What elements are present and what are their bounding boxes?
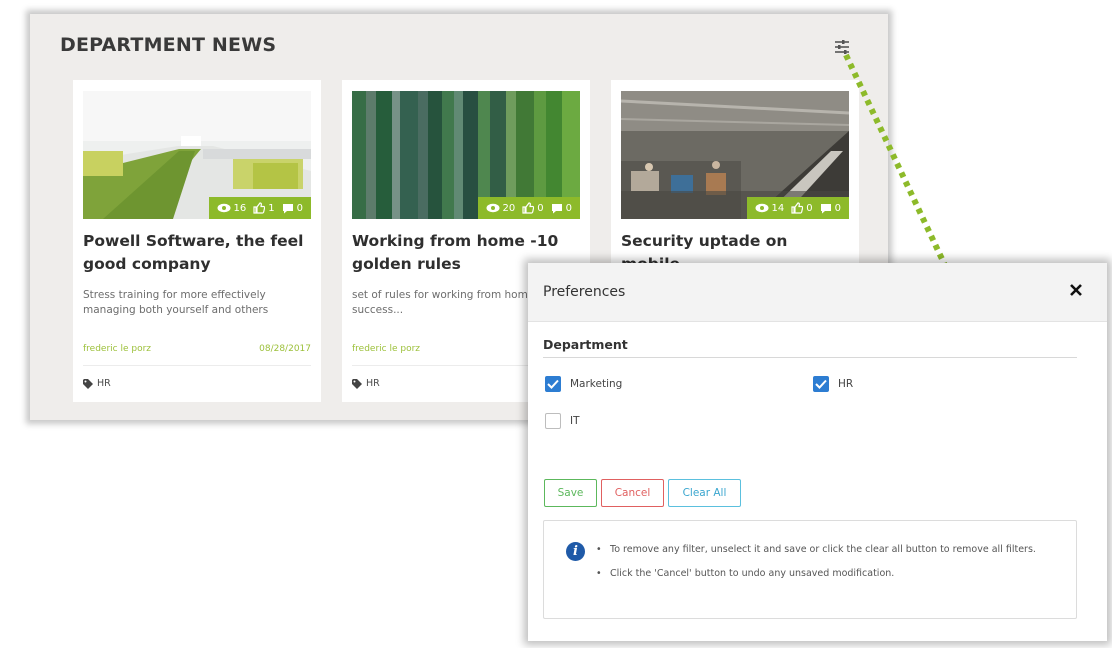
clear-all-button[interactable]: Clear All xyxy=(668,479,741,507)
comment-icon xyxy=(551,203,562,213)
tag-icon xyxy=(352,378,362,389)
tag-label: HR xyxy=(97,378,111,389)
views-count: 16 xyxy=(233,202,247,214)
news-card-date: 08/28/2017 xyxy=(259,344,311,354)
section-divider xyxy=(543,357,1077,358)
card-stats-bar: 20 0 0 xyxy=(477,197,580,219)
check-icon xyxy=(815,379,827,389)
likes-count: 1 xyxy=(268,202,275,214)
department-section-label: Department xyxy=(543,337,628,352)
news-card-author[interactable]: frederic le porz xyxy=(352,344,420,354)
comment-icon xyxy=(820,203,831,213)
card-stats-bar: 14 0 0 xyxy=(746,197,849,219)
news-card-author[interactable]: frederic le porz xyxy=(83,344,151,354)
checkbox-checked[interactable] xyxy=(813,376,829,392)
info-list: To remove any filter, unselect it and sa… xyxy=(594,543,1064,591)
save-button[interactable]: Save xyxy=(544,479,597,507)
checkbox-hr[interactable]: HR xyxy=(813,376,853,392)
filter-sliders-icon[interactable] xyxy=(831,36,853,58)
comments-count: 0 xyxy=(296,202,303,214)
checkbox-label: Marketing xyxy=(570,378,623,390)
news-card-image[interactable]: 20 0 0 xyxy=(352,91,580,219)
news-card-tag[interactable]: HR xyxy=(352,378,380,389)
news-card-description: Stress training for more effectively man… xyxy=(83,289,269,316)
views-count: 14 xyxy=(771,202,785,214)
news-card-title[interactable]: Powell Software, the feel good company xyxy=(83,230,313,276)
eye-icon xyxy=(755,203,769,213)
info-item: Click the 'Cancel' button to undo any un… xyxy=(594,567,1064,580)
checkbox-it[interactable]: IT xyxy=(545,413,580,429)
checkbox-label: IT xyxy=(570,415,580,427)
tag-icon xyxy=(83,378,93,389)
news-card[interactable]: 16 1 0 Powell Software, the feel good co… xyxy=(73,80,321,402)
tag-label: HR xyxy=(366,378,380,389)
checkbox-label: HR xyxy=(838,378,854,390)
news-card-tag[interactable]: HR xyxy=(83,378,111,389)
close-button[interactable] xyxy=(1065,279,1087,301)
comment-icon xyxy=(282,203,293,213)
dialog-header: Preferences xyxy=(528,263,1107,322)
news-card-image[interactable]: 14 0 0 xyxy=(621,91,849,219)
close-icon xyxy=(1070,284,1082,296)
comments-count: 0 xyxy=(565,202,572,214)
info-icon: i xyxy=(566,542,585,561)
likes-count: 0 xyxy=(806,202,813,214)
thumbs-up-icon xyxy=(522,202,535,214)
card-stats-bar: 16 1 0 xyxy=(208,197,311,219)
eye-icon xyxy=(217,203,231,213)
preferences-dialog: Preferences Department Marketing HR IT S… xyxy=(528,263,1107,641)
panel-title: DEPARTMENT NEWS xyxy=(60,34,277,56)
checkbox-checked[interactable] xyxy=(545,376,561,392)
checkbox-marketing[interactable]: Marketing xyxy=(545,376,622,392)
info-item: To remove any filter, unselect it and sa… xyxy=(594,543,1064,556)
eye-icon xyxy=(486,203,500,213)
views-count: 20 xyxy=(502,202,516,214)
info-box: i To remove any filter, unselect it and … xyxy=(543,520,1077,619)
dialog-title: Preferences xyxy=(543,284,626,300)
check-icon xyxy=(547,379,559,389)
comments-count: 0 xyxy=(834,202,841,214)
checkbox-unchecked[interactable] xyxy=(545,413,561,429)
likes-count: 0 xyxy=(537,202,544,214)
cancel-button[interactable]: Cancel xyxy=(601,479,664,507)
news-card-image[interactable]: 16 1 0 xyxy=(83,91,311,219)
thumbs-up-icon xyxy=(791,202,804,214)
card-divider xyxy=(83,365,311,366)
thumbs-up-icon xyxy=(253,202,266,214)
